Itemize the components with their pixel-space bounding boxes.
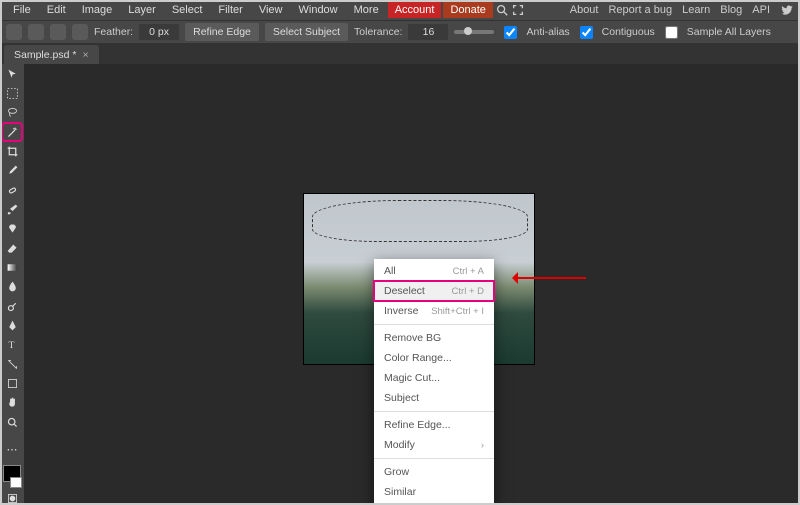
selection-mode-subtract[interactable]: [50, 24, 66, 40]
selection-mode-new[interactable]: [6, 24, 22, 40]
tool-clone[interactable]: [3, 221, 21, 237]
document-tab[interactable]: Sample.psd * ×: [4, 45, 99, 65]
menu-filter[interactable]: Filter: [211, 2, 249, 18]
menu-image[interactable]: Image: [75, 2, 120, 18]
chevron-right-icon: ›: [481, 440, 484, 451]
link-report[interactable]: Report a bug: [608, 4, 672, 16]
feather-label: Feather:: [94, 26, 133, 38]
menu-item-subject[interactable]: Subject: [374, 388, 494, 408]
refine-edge-button[interactable]: Refine Edge: [185, 23, 259, 41]
twitter-icon[interactable]: [780, 3, 794, 17]
tool-gradient[interactable]: [3, 259, 21, 275]
feather-value[interactable]: 0 px: [139, 24, 179, 40]
tool-blur[interactable]: [3, 279, 21, 295]
menu-item-all[interactable]: All Ctrl + A: [374, 261, 494, 281]
menu-view[interactable]: View: [252, 2, 290, 18]
tool-heal[interactable]: [3, 182, 21, 198]
menu-file[interactable]: File: [6, 2, 38, 18]
menu-donate[interactable]: Donate: [443, 2, 492, 18]
menu-more[interactable]: More: [347, 2, 386, 18]
menu-edit[interactable]: Edit: [40, 2, 73, 18]
menu-window[interactable]: Window: [292, 2, 345, 18]
menu-item-deselect[interactable]: Deselect Ctrl + D: [374, 281, 494, 301]
menu-item-remove-bg[interactable]: Remove BG: [374, 328, 494, 348]
tool-lasso[interactable]: [3, 105, 21, 121]
dots-icon[interactable]: ⋯: [3, 442, 21, 458]
menu-item-label: All: [384, 265, 396, 277]
menu-item-color-range-[interactable]: Color Range...: [374, 348, 494, 368]
menu-item-shortcut: Ctrl + A: [453, 266, 484, 277]
menu-item-similar[interactable]: Similar: [374, 482, 494, 502]
link-about[interactable]: About: [570, 4, 599, 16]
tool-move[interactable]: [3, 66, 21, 82]
tolerance-value[interactable]: 16: [408, 24, 448, 40]
link-blog[interactable]: Blog: [720, 4, 742, 16]
tolerance-label: Tolerance:: [354, 26, 402, 38]
options-bar: Feather: 0 px Refine Edge Select Subject…: [0, 20, 800, 43]
menu-item-label: Deselect: [384, 285, 425, 297]
tool-text[interactable]: T: [3, 337, 21, 353]
tolerance-slider[interactable]: [454, 30, 494, 34]
tool-wand[interactable]: [3, 124, 21, 140]
tool-eraser[interactable]: [3, 240, 21, 256]
close-icon[interactable]: ×: [82, 49, 88, 61]
selection-mode-add[interactable]: [28, 24, 44, 40]
svg-text:T: T: [8, 340, 14, 351]
menu-item-label: Grow: [384, 466, 409, 478]
menu-item-label: Remove BG: [384, 332, 441, 344]
tool-zoom[interactable]: [3, 414, 21, 430]
tool-eyedropper[interactable]: [3, 163, 21, 179]
contiguous-checkbox[interactable]: [580, 26, 593, 39]
search-icon[interactable]: [495, 3, 509, 17]
quickmask-icon[interactable]: [3, 491, 21, 505]
context-menu: All Ctrl + A Deselect Ctrl + D Inverse Shift+…: [374, 259, 494, 505]
tool-pen[interactable]: [3, 317, 21, 333]
menu-item-grow[interactable]: Grow: [374, 462, 494, 482]
menu-account[interactable]: Account: [388, 2, 442, 18]
antialias-checkbox[interactable]: [504, 26, 517, 39]
menu-separator: [374, 324, 494, 325]
menu-item-label: Magic Cut...: [384, 372, 440, 384]
menu-item-shortcut: Ctrl + D: [452, 286, 484, 297]
menu-item-label: Color Range...: [384, 352, 452, 364]
select-subject-button[interactable]: Select Subject: [265, 23, 348, 41]
menu-select[interactable]: Select: [165, 2, 210, 18]
tool-dodge[interactable]: [3, 298, 21, 314]
menubar-right: About Report a bug Learn Blog API: [570, 3, 794, 17]
menu-item-modify[interactable]: Modify ›: [374, 435, 494, 455]
menu-item-shortcut: Shift+Ctrl + I: [431, 306, 484, 317]
menu-item-label: Subject: [384, 392, 419, 404]
menubar: File Edit Image Layer Select Filter View…: [0, 0, 800, 20]
selection-mode-intersect[interactable]: [72, 24, 88, 40]
background-color[interactable]: [10, 477, 22, 488]
menu-separator: [374, 411, 494, 412]
sample-all-label: Sample All Layers: [687, 26, 771, 38]
contiguous-label: Contiguous: [602, 26, 655, 38]
tool-brush[interactable]: [3, 201, 21, 217]
menu-item-label: Inverse: [384, 305, 418, 317]
tool-crop[interactable]: [3, 143, 21, 159]
menu-item-label: Refine Edge...: [384, 419, 451, 431]
menu-item-label: Modify: [384, 439, 415, 451]
tool-sidebar: T ⋯: [0, 64, 24, 505]
antialias-label: Anti-alias: [526, 26, 569, 38]
link-api[interactable]: API: [752, 4, 770, 16]
sample-all-checkbox[interactable]: [665, 26, 678, 39]
annotation-arrow: [514, 277, 586, 279]
tab-title: Sample.psd *: [14, 49, 76, 61]
canvas-area[interactable]: All Ctrl + A Deselect Ctrl + D Inverse Shift+…: [24, 64, 800, 505]
tool-path[interactable]: [3, 356, 21, 372]
link-learn[interactable]: Learn: [682, 4, 710, 16]
fullscreen-icon[interactable]: [511, 3, 525, 17]
menu-item-magic-cut-[interactable]: Magic Cut...: [374, 368, 494, 388]
tool-shape[interactable]: [3, 375, 21, 391]
tool-marquee[interactable]: [3, 85, 21, 101]
tool-hand[interactable]: [3, 395, 21, 411]
menu-separator: [374, 458, 494, 459]
tab-bar: Sample.psd * ×: [0, 43, 800, 66]
menu-item-refine-edge-[interactable]: Refine Edge...: [374, 415, 494, 435]
menu-item-inverse[interactable]: Inverse Shift+Ctrl + I: [374, 301, 494, 321]
menu-item-label: Similar: [384, 486, 416, 498]
menu-layer[interactable]: Layer: [121, 2, 163, 18]
